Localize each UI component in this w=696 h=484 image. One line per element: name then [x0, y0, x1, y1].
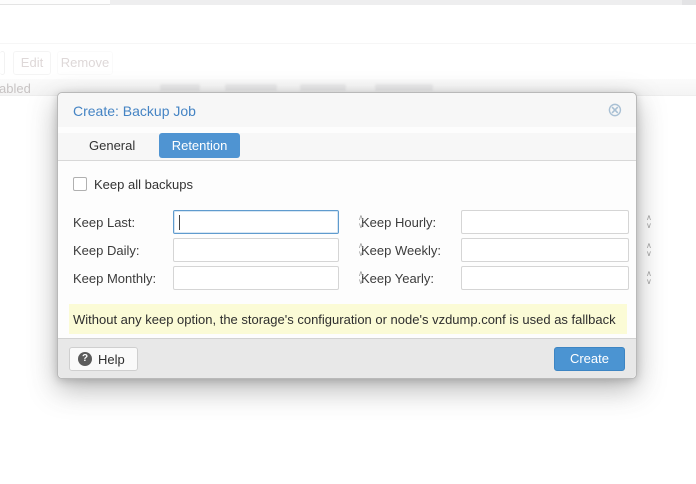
keep-daily-input[interactable] [174, 239, 358, 261]
dialog-title: Create: Backup Job [73, 103, 196, 119]
keep-weekly-field[interactable]: ∧∨ [461, 238, 629, 262]
screen: Edit Remove abled Create: Backup Job ⊗ G… [0, 0, 696, 484]
background-toolbar: Edit Remove [0, 50, 696, 76]
spinner-arrows-icon[interactable]: ∧∨ [646, 211, 652, 233]
keep-weekly-input[interactable] [462, 239, 646, 261]
tab-retention[interactable]: Retention [159, 133, 241, 158]
browser-tab-strip [0, 0, 696, 5]
keep-yearly-label: Keep Yearly: [361, 271, 461, 286]
tab-general[interactable]: General [76, 133, 148, 158]
spinner-arrows-icon[interactable]: ∧∨ [646, 239, 652, 261]
keep-hourly-label: Keep Hourly: [361, 215, 461, 230]
create-button[interactable]: Create [554, 347, 625, 371]
keep-all-backups-checkbox[interactable] [73, 177, 87, 191]
faint-column-header [160, 84, 200, 91]
retention-fields-grid: Keep Last: ∧∨ Keep Hourly: ∧∨ Keep Daily… [73, 210, 629, 290]
background-toolbar-button-fragment[interactable] [0, 51, 5, 75]
dialog-body: Keep all backups Keep Last: ∧∨ Keep Hour… [58, 162, 636, 340]
faint-column-header [225, 84, 277, 91]
keep-daily-field[interactable]: ∧∨ [173, 238, 339, 262]
faint-column-header [375, 84, 433, 91]
keep-last-input[interactable] [174, 211, 358, 233]
faint-column-header [300, 84, 346, 91]
keep-monthly-field[interactable]: ∧∨ [173, 266, 339, 290]
dialog-tabbar: General Retention [58, 133, 636, 161]
keep-yearly-input[interactable] [462, 267, 646, 289]
hint-text: Without any keep option, the storage's c… [73, 312, 616, 327]
enabled-column-header-partial: abled [0, 81, 31, 96]
keep-hourly-field[interactable]: ∧∨ [461, 210, 629, 234]
spinner-arrows-icon[interactable]: ∧∨ [358, 267, 364, 289]
spinner-arrows-icon[interactable]: ∧∨ [646, 267, 652, 289]
text-cursor [179, 215, 180, 230]
keep-last-field[interactable]: ∧∨ [173, 210, 339, 234]
keep-yearly-field[interactable]: ∧∨ [461, 266, 629, 290]
spinner-arrows-icon[interactable]: ∧∨ [358, 211, 364, 233]
retention-fallback-hint: Without any keep option, the storage's c… [69, 304, 627, 334]
keep-hourly-input[interactable] [462, 211, 646, 233]
create-backup-job-dialog: Create: Backup Job ⊗ General Retention K… [57, 92, 637, 379]
help-button-label: Help [98, 352, 125, 367]
close-icon[interactable]: ⊗ [604, 99, 626, 121]
help-button[interactable]: ? Help [69, 347, 138, 371]
browser-active-tab-fragment [0, 0, 110, 5]
keep-monthly-label: Keep Monthly: [73, 271, 173, 286]
keep-last-label: Keep Last: [73, 215, 173, 230]
question-circle-icon: ? [78, 352, 92, 366]
edit-button[interactable]: Edit [13, 51, 51, 75]
dialog-header: Create: Backup Job ⊗ [58, 93, 636, 127]
spinner-arrows-icon[interactable]: ∧∨ [358, 239, 364, 261]
keep-all-backups-row: Keep all backups [73, 176, 193, 192]
dialog-footer: ? Help Create [58, 338, 636, 378]
remove-button[interactable]: Remove [57, 51, 113, 75]
keep-monthly-input[interactable] [174, 267, 358, 289]
background-divider [0, 43, 696, 44]
keep-weekly-label: Keep Weekly: [361, 243, 461, 258]
keep-all-backups-label: Keep all backups [94, 177, 193, 192]
keep-daily-label: Keep Daily: [73, 243, 173, 258]
browser-strip-fragment [682, 0, 696, 5]
